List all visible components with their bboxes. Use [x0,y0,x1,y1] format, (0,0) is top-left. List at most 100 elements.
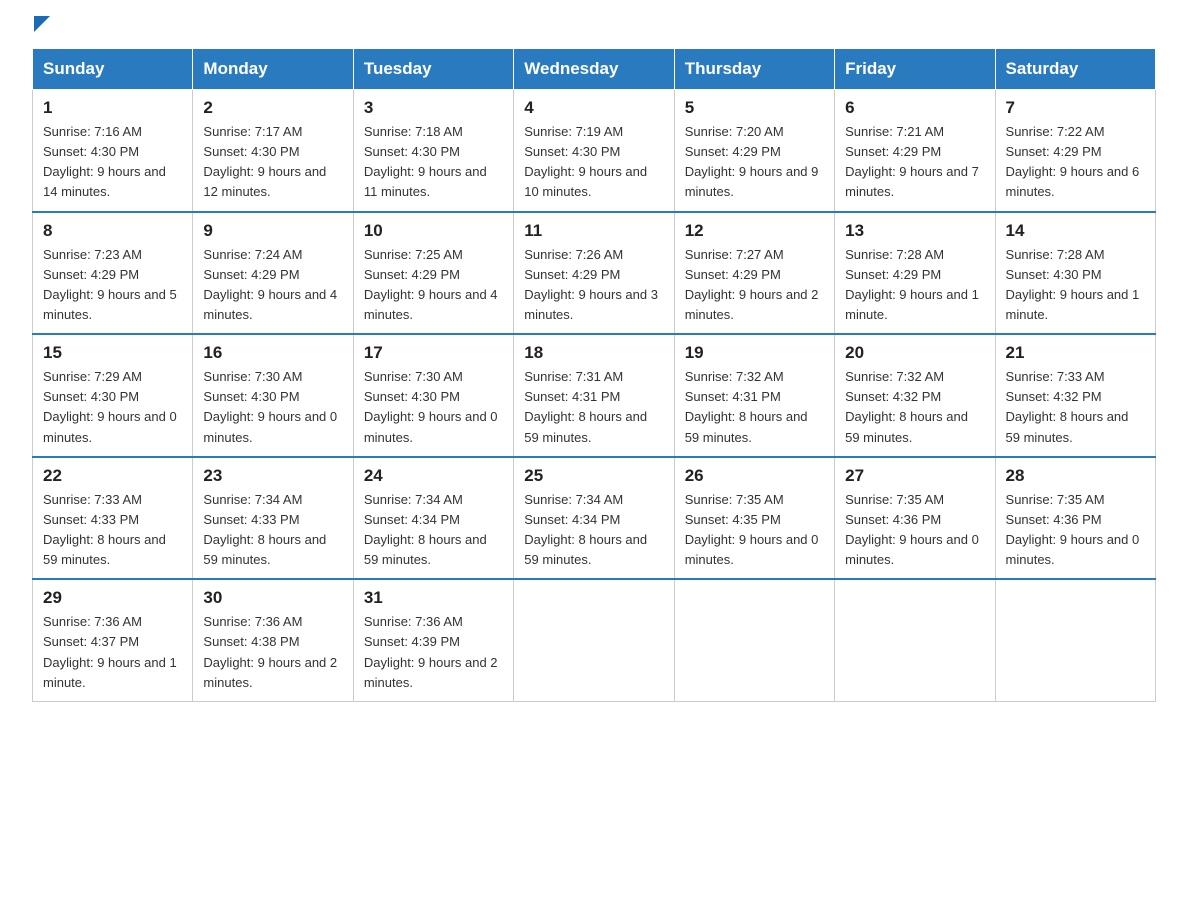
day-info: Sunrise: 7:30 AMSunset: 4:30 PMDaylight:… [364,367,503,448]
day-number: 8 [43,221,182,241]
week-row-3: 15 Sunrise: 7:29 AMSunset: 4:30 PMDayligh… [33,334,1156,457]
day-number: 26 [685,466,824,486]
day-info: Sunrise: 7:35 AMSunset: 4:35 PMDaylight:… [685,490,824,571]
day-info: Sunrise: 7:33 AMSunset: 4:33 PMDaylight:… [43,490,182,571]
calendar-header-row: SundayMondayTuesdayWednesdayThursdayFrid… [33,49,1156,90]
week-row-2: 8 Sunrise: 7:23 AMSunset: 4:29 PMDaylight… [33,212,1156,335]
header-tuesday: Tuesday [353,49,513,90]
day-info: Sunrise: 7:30 AMSunset: 4:30 PMDaylight:… [203,367,342,448]
day-number: 12 [685,221,824,241]
day-info: Sunrise: 7:34 AMSunset: 4:34 PMDaylight:… [524,490,663,571]
calendar-cell: 7 Sunrise: 7:22 AMSunset: 4:29 PMDaylight… [995,90,1155,212]
calendar-cell: 16 Sunrise: 7:30 AMSunset: 4:30 PMDayligh… [193,334,353,457]
day-info: Sunrise: 7:22 AMSunset: 4:29 PMDaylight:… [1006,122,1145,203]
day-number: 15 [43,343,182,363]
calendar-cell: 19 Sunrise: 7:32 AMSunset: 4:31 PMDayligh… [674,334,834,457]
header-wednesday: Wednesday [514,49,674,90]
page-header [32,24,1156,28]
day-info: Sunrise: 7:26 AMSunset: 4:29 PMDaylight:… [524,245,663,326]
day-number: 1 [43,98,182,118]
day-number: 2 [203,98,342,118]
day-info: Sunrise: 7:34 AMSunset: 4:34 PMDaylight:… [364,490,503,571]
day-number: 17 [364,343,503,363]
day-info: Sunrise: 7:25 AMSunset: 4:29 PMDaylight:… [364,245,503,326]
calendar-cell: 26 Sunrise: 7:35 AMSunset: 4:35 PMDayligh… [674,457,834,580]
day-number: 21 [1006,343,1145,363]
header-sunday: Sunday [33,49,193,90]
week-row-1: 1 Sunrise: 7:16 AMSunset: 4:30 PMDaylight… [33,90,1156,212]
day-number: 25 [524,466,663,486]
calendar-cell: 15 Sunrise: 7:29 AMSunset: 4:30 PMDayligh… [33,334,193,457]
calendar-cell: 21 Sunrise: 7:33 AMSunset: 4:32 PMDayligh… [995,334,1155,457]
calendar-table: SundayMondayTuesdayWednesdayThursdayFrid… [32,48,1156,702]
calendar-cell: 4 Sunrise: 7:19 AMSunset: 4:30 PMDaylight… [514,90,674,212]
day-info: Sunrise: 7:17 AMSunset: 4:30 PMDaylight:… [203,122,342,203]
calendar-cell: 8 Sunrise: 7:23 AMSunset: 4:29 PMDaylight… [33,212,193,335]
day-number: 18 [524,343,663,363]
day-info: Sunrise: 7:35 AMSunset: 4:36 PMDaylight:… [845,490,984,571]
day-info: Sunrise: 7:23 AMSunset: 4:29 PMDaylight:… [43,245,182,326]
day-info: Sunrise: 7:33 AMSunset: 4:32 PMDaylight:… [1006,367,1145,448]
day-info: Sunrise: 7:20 AMSunset: 4:29 PMDaylight:… [685,122,824,203]
calendar-cell [674,579,834,701]
day-info: Sunrise: 7:28 AMSunset: 4:29 PMDaylight:… [845,245,984,326]
calendar-cell: 27 Sunrise: 7:35 AMSunset: 4:36 PMDayligh… [835,457,995,580]
calendar-cell [835,579,995,701]
day-info: Sunrise: 7:32 AMSunset: 4:31 PMDaylight:… [685,367,824,448]
day-number: 9 [203,221,342,241]
day-info: Sunrise: 7:35 AMSunset: 4:36 PMDaylight:… [1006,490,1145,571]
day-number: 10 [364,221,503,241]
calendar-cell: 12 Sunrise: 7:27 AMSunset: 4:29 PMDayligh… [674,212,834,335]
day-number: 16 [203,343,342,363]
header-friday: Friday [835,49,995,90]
calendar-cell: 31Sunrise: 7:36 AMSunset: 4:39 PMDayligh… [353,579,513,701]
day-info: Sunrise: 7:36 AMSunset: 4:37 PMDaylight:… [43,612,182,693]
calendar-cell: 3 Sunrise: 7:18 AMSunset: 4:30 PMDaylight… [353,90,513,212]
header-saturday: Saturday [995,49,1155,90]
day-number: 30 [203,588,342,608]
day-info: Sunrise: 7:21 AMSunset: 4:29 PMDaylight:… [845,122,984,203]
day-number: 24 [364,466,503,486]
day-number: 11 [524,221,663,241]
calendar-cell: 17 Sunrise: 7:30 AMSunset: 4:30 PMDayligh… [353,334,513,457]
day-info: Sunrise: 7:27 AMSunset: 4:29 PMDaylight:… [685,245,824,326]
day-number: 5 [685,98,824,118]
day-number: 14 [1006,221,1145,241]
day-number: 27 [845,466,984,486]
calendar-cell: 6Sunrise: 7:21 AMSunset: 4:29 PMDaylight… [835,90,995,212]
calendar-cell: 2 Sunrise: 7:17 AMSunset: 4:30 PMDaylight… [193,90,353,212]
day-info: Sunrise: 7:34 AMSunset: 4:33 PMDaylight:… [203,490,342,571]
day-info: Sunrise: 7:19 AMSunset: 4:30 PMDaylight:… [524,122,663,203]
header-monday: Monday [193,49,353,90]
calendar-cell: 10 Sunrise: 7:25 AMSunset: 4:29 PMDayligh… [353,212,513,335]
calendar-cell: 22 Sunrise: 7:33 AMSunset: 4:33 PMDayligh… [33,457,193,580]
calendar-cell: 29Sunrise: 7:36 AMSunset: 4:37 PMDayligh… [33,579,193,701]
calendar-cell [995,579,1155,701]
day-number: 31 [364,588,503,608]
day-info: Sunrise: 7:16 AMSunset: 4:30 PMDaylight:… [43,122,182,203]
calendar-cell [514,579,674,701]
calendar-cell: 14Sunrise: 7:28 AMSunset: 4:30 PMDayligh… [995,212,1155,335]
calendar-cell: 24 Sunrise: 7:34 AMSunset: 4:34 PMDayligh… [353,457,513,580]
day-number: 22 [43,466,182,486]
day-number: 3 [364,98,503,118]
header-thursday: Thursday [674,49,834,90]
calendar-cell: 13Sunrise: 7:28 AMSunset: 4:29 PMDayligh… [835,212,995,335]
day-info: Sunrise: 7:29 AMSunset: 4:30 PMDaylight:… [43,367,182,448]
day-number: 7 [1006,98,1145,118]
calendar-cell: 5 Sunrise: 7:20 AMSunset: 4:29 PMDaylight… [674,90,834,212]
day-number: 20 [845,343,984,363]
calendar-cell: 1 Sunrise: 7:16 AMSunset: 4:30 PMDaylight… [33,90,193,212]
day-number: 4 [524,98,663,118]
day-info: Sunrise: 7:36 AMSunset: 4:38 PMDaylight:… [203,612,342,693]
calendar-cell: 23Sunrise: 7:34 AMSunset: 4:33 PMDayligh… [193,457,353,580]
calendar-cell: 25 Sunrise: 7:34 AMSunset: 4:34 PMDayligh… [514,457,674,580]
day-number: 19 [685,343,824,363]
day-info: Sunrise: 7:18 AMSunset: 4:30 PMDaylight:… [364,122,503,203]
calendar-cell: 20Sunrise: 7:32 AMSunset: 4:32 PMDayligh… [835,334,995,457]
calendar-cell: 28Sunrise: 7:35 AMSunset: 4:36 PMDayligh… [995,457,1155,580]
calendar-cell: 18Sunrise: 7:31 AMSunset: 4:31 PMDayligh… [514,334,674,457]
calendar-cell: 9 Sunrise: 7:24 AMSunset: 4:29 PMDaylight… [193,212,353,335]
logo [32,24,50,26]
day-info: Sunrise: 7:24 AMSunset: 4:29 PMDaylight:… [203,245,342,326]
